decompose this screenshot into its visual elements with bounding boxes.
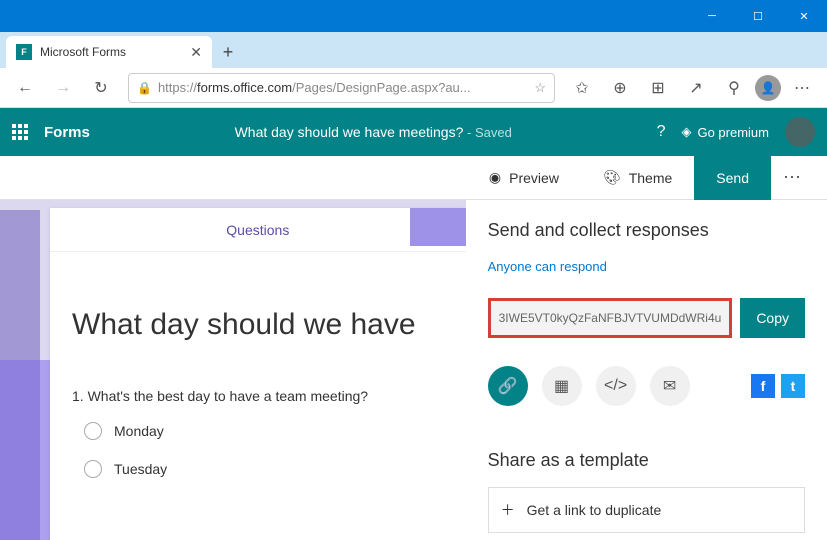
minimize-button[interactable]: ─ <box>689 0 735 32</box>
theme-button[interactable]: 🎨︎ Theme <box>581 156 694 200</box>
close-window-button[interactable]: ✕ <box>781 0 827 32</box>
share-method-icons: 🔗 ▦ </> ✉ f t <box>488 366 805 406</box>
option-row[interactable]: Tuesday <box>50 450 466 488</box>
social-share: f t <box>751 374 805 398</box>
forms-favicon-icon: F <box>16 44 32 60</box>
form-canvas: Questions What day should we have 1. Wha… <box>0 200 466 540</box>
copy-button[interactable]: Copy <box>740 298 805 338</box>
reader-icon[interactable]: ☆ <box>534 80 546 96</box>
form-card: Questions What day should we have 1. Wha… <box>50 208 466 540</box>
more-actions-button[interactable]: ⋯ <box>771 167 815 188</box>
forward-button: → <box>46 71 80 105</box>
tab-questions[interactable]: Questions <box>226 222 289 238</box>
share-title: Send and collect responses <box>488 220 805 241</box>
profile-avatar[interactable]: 👤 <box>755 75 781 101</box>
form-tabs: Questions <box>50 208 466 252</box>
plus-icon: ＋ <box>501 500 515 520</box>
browser-tabstrip: F Microsoft Forms ✕ + <box>0 32 827 68</box>
go-premium-button[interactable]: ◈ Go premium <box>681 124 769 140</box>
maximize-button[interactable]: ☐ <box>735 0 781 32</box>
question-text[interactable]: 1. What's the best day to have a team me… <box>50 358 466 412</box>
share-panel: Send and collect responses Anyone can re… <box>466 200 827 540</box>
embed-icon[interactable]: </> <box>596 366 636 406</box>
forms-header: Forms What day should we have meetings? … <box>0 108 827 156</box>
option-label: Tuesday <box>114 461 167 477</box>
close-tab-icon[interactable]: ✕ <box>190 44 202 61</box>
send-button[interactable]: Send <box>694 156 771 200</box>
browser-tab[interactable]: F Microsoft Forms ✕ <box>6 36 212 68</box>
qr-icon[interactable]: ▦ <box>542 366 582 406</box>
audience-link[interactable]: Anyone can respond <box>488 259 805 274</box>
help-icon[interactable]: ? <box>657 123 666 141</box>
twitter-icon[interactable]: t <box>781 374 805 398</box>
preview-button[interactable]: ◉ Preview <box>467 156 581 200</box>
refresh-button[interactable]: ↻ <box>84 71 118 105</box>
tab-title: Microsoft Forms <box>40 45 126 59</box>
decoration <box>0 360 50 540</box>
radio-icon[interactable] <box>84 460 102 478</box>
duplicate-link-button[interactable]: ＋ Get a link to duplicate <box>488 487 805 533</box>
share-link-input[interactable]: 3IWE5VT0kyQzFaNFBJVTVUMDdWRi4u <box>488 298 733 338</box>
user-avatar[interactable] <box>785 117 815 147</box>
template-title: Share as a template <box>488 450 805 471</box>
link-row: 3IWE5VT0kyQzFaNFBJVTVUMDdWRi4u Copy <box>488 298 805 338</box>
lock-icon: 🔒 <box>137 81 152 95</box>
favorites-icon[interactable]: ✩ <box>565 71 599 105</box>
app-launcher-icon[interactable] <box>12 124 28 140</box>
document-title: What day should we have meetings? - Save… <box>106 124 641 140</box>
address-bar[interactable]: 🔒 https://forms.office.com/Pages/DesignP… <box>128 73 555 103</box>
content-area: Questions What day should we have 1. Wha… <box>0 200 827 540</box>
new-tab-button[interactable]: + <box>212 36 244 68</box>
share-icon[interactable]: ↗ <box>679 71 713 105</box>
back-button[interactable]: ← <box>8 71 42 105</box>
email-icon[interactable]: ✉ <box>650 366 690 406</box>
form-title[interactable]: What day should we have <box>50 252 466 358</box>
collections-icon[interactable]: ⊕ <box>603 71 637 105</box>
browser-toolbar: ← → ↻ 🔒 https://forms.office.com/Pages/D… <box>0 68 827 108</box>
diamond-icon: ◈ <box>681 124 691 140</box>
radio-icon[interactable] <box>84 422 102 440</box>
option-row[interactable]: Monday <box>50 412 466 450</box>
eye-icon: ◉ <box>489 169 501 186</box>
app-name[interactable]: Forms <box>44 124 90 141</box>
facebook-icon[interactable]: f <box>751 374 775 398</box>
more-icon[interactable]: ⋯ <box>785 71 819 105</box>
palette-icon: 🎨︎ <box>603 169 621 186</box>
option-label: Monday <box>114 423 164 439</box>
notes-icon[interactable]: ⚲ <box>717 71 751 105</box>
window-titlebar: ─ ☐ ✕ <box>0 0 827 32</box>
link-icon[interactable]: 🔗 <box>488 366 528 406</box>
action-bar: ◉ Preview 🎨︎ Theme Send ⋯ <box>0 156 827 200</box>
extensions-icon[interactable]: ⊞ <box>641 71 675 105</box>
